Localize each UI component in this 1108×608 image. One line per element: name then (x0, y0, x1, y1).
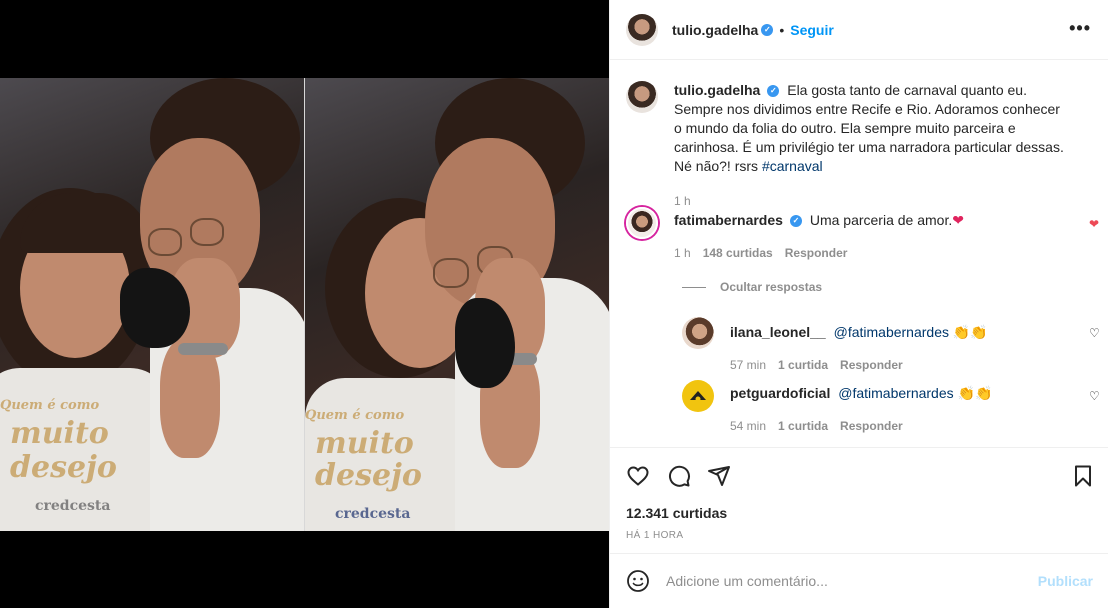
reply-meta: 57 min 1 curtida Responder (730, 356, 1082, 375)
shirt-print: muito (315, 426, 414, 461)
clap-emoji: 👏👏 (952, 324, 988, 340)
reply-time[interactable]: 57 min (730, 356, 766, 375)
sponsor-print: credcesta (35, 498, 111, 514)
hashtag-link[interactable]: #carnaval (762, 158, 823, 174)
comment-text: Uma parceria de amor. (809, 212, 953, 228)
share-send-icon[interactable] (707, 464, 731, 488)
like-heart-icon[interactable] (626, 464, 650, 488)
reply-time[interactable]: 54 min (730, 417, 766, 436)
reply-button[interactable]: Responder (840, 356, 903, 375)
post-actions: 12.341 curtidas HÁ 1 HORA (610, 447, 1108, 552)
more-options-icon[interactable]: ••• (1069, 18, 1091, 39)
save-bookmark-icon[interactable] (1071, 464, 1095, 488)
comment-time[interactable]: 1 h (674, 244, 691, 263)
red-heart-emoji: ❤ (952, 212, 964, 228)
comment-meta: 1 h 148 curtidas Responder (674, 244, 1066, 263)
reply-avatar[interactable] (682, 380, 714, 412)
caption-time[interactable]: 1 h (674, 192, 691, 211)
post-photo[interactable]: Quem é como muito desejo credcesta Quem … (0, 78, 609, 531)
divider-line (682, 286, 706, 288)
reply-like-heart-icon[interactable]: ♡ (1089, 327, 1101, 339)
reply-mention[interactable]: @fatimabernardes (838, 385, 953, 401)
post-media: Quem é como muito desejo credcesta Quem … (0, 0, 609, 608)
reply-button[interactable]: Responder (840, 417, 903, 436)
photo-panel-right: Quem é como muito desejo credcesta (305, 78, 609, 531)
emoji-picker-icon[interactable] (626, 569, 650, 593)
comments-section: tulio.gadelha ✓ Ela gosta tanto de carnav… (610, 61, 1108, 447)
follow-button[interactable]: Seguir (790, 22, 834, 38)
reply-avatar[interactable] (682, 317, 714, 349)
hide-replies-toggle[interactable]: Ocultar respostas (682, 280, 822, 294)
shirt-print: Quem é como (305, 408, 405, 423)
post-header: tulio.gadelha ✓ • Seguir ••• (610, 0, 1108, 60)
reply-likes[interactable]: 1 curtida (778, 417, 828, 436)
photo-panel-left: Quem é como muito desejo credcesta (0, 78, 304, 531)
verified-badge-icon: ✓ (761, 23, 774, 36)
shirt-print: muito (10, 416, 109, 451)
reply-meta: 54 min 1 curtida Responder (730, 417, 1082, 436)
likes-count[interactable]: 12.341 curtidas (626, 505, 727, 521)
clap-emoji: 👏👏 (957, 385, 993, 401)
post-timestamp[interactable]: HÁ 1 HORA (626, 530, 684, 541)
post-sidebar: tulio.gadelha ✓ • Seguir ••• tulio.gadel… (609, 0, 1108, 608)
add-comment-bar: Publicar (610, 553, 1108, 608)
caption-meta: 1 h (674, 192, 1066, 211)
author-username[interactable]: tulio.gadelha (672, 22, 758, 38)
verified-badge-icon: ✓ (767, 85, 780, 98)
shirt-print: desejo (315, 458, 422, 493)
caption-username[interactable]: tulio.gadelha (674, 82, 760, 98)
reply-likes[interactable]: 1 curtida (778, 356, 828, 375)
reply-like-heart-icon[interactable]: ♡ (1089, 390, 1101, 402)
hide-replies-label: Ocultar respostas (720, 280, 823, 294)
comment-avatar[interactable] (626, 207, 658, 239)
shirt-print: Quem é como (0, 398, 100, 413)
verified-badge-icon: ✓ (789, 215, 802, 228)
comment-bubble-icon[interactable] (667, 464, 691, 488)
comment-like-heart-icon[interactable]: ❤ (1089, 218, 1101, 230)
caption-avatar[interactable] (626, 81, 658, 113)
comment-likes[interactable]: 148 curtidas (703, 244, 773, 263)
reply-mention[interactable]: @fatimabernardes (834, 324, 949, 340)
reply-button[interactable]: Responder (785, 244, 848, 263)
separator-dot: • (779, 21, 785, 38)
reply-username[interactable]: ilana_leonel__ (730, 324, 826, 340)
shirt-print: desejo (10, 450, 117, 485)
reply-username[interactable]: petguardoficial (730, 385, 830, 401)
comment-input[interactable] (666, 573, 1038, 589)
author-avatar[interactable] (626, 13, 658, 46)
comment-username[interactable]: fatimabernardes (674, 212, 783, 228)
publish-button[interactable]: Publicar (1038, 573, 1093, 589)
sponsor-print: credcesta (335, 506, 411, 522)
